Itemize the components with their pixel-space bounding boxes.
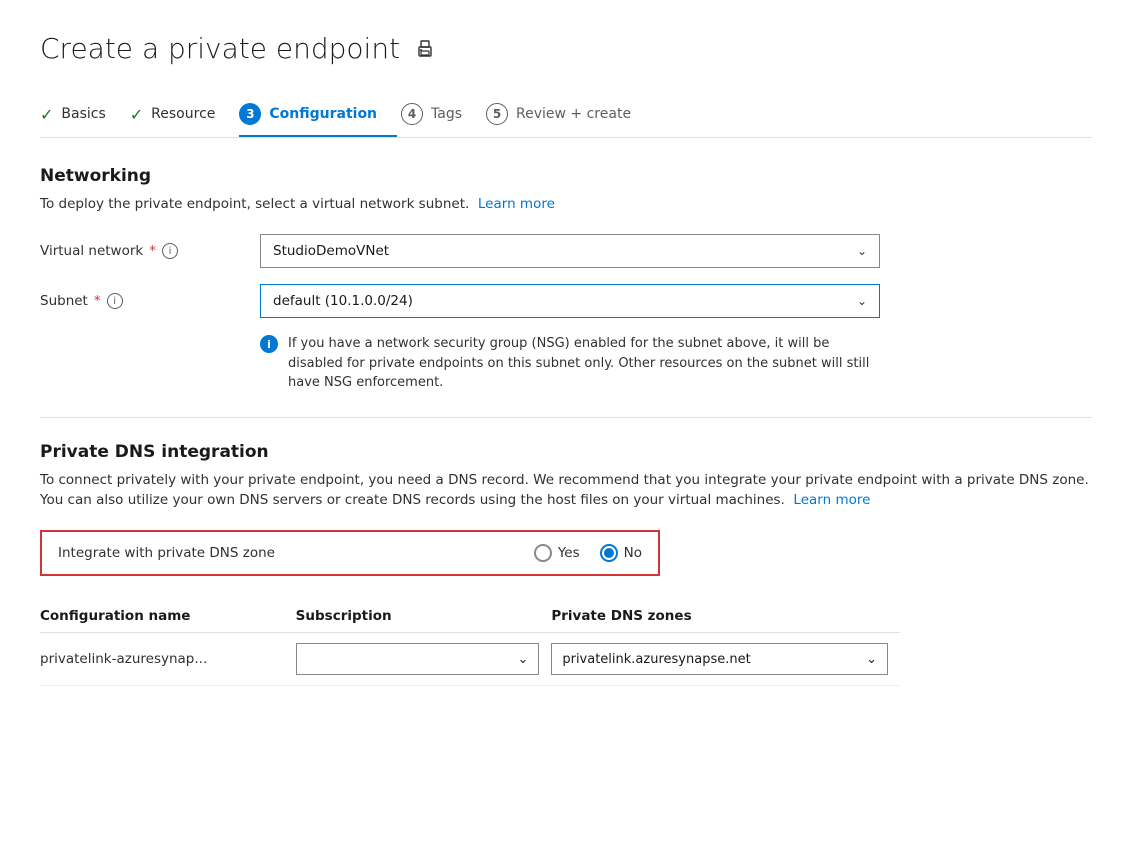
tab-tags-label: Tags — [431, 106, 462, 122]
subnet-select[interactable]: default (10.1.0.0/24) ⌄ — [260, 284, 880, 318]
col-subscription: Subscription — [296, 600, 552, 633]
tab-resource-label: Resource — [151, 106, 215, 122]
tab-basics[interactable]: ✓ Basics — [40, 95, 126, 136]
dns-table: Configuration name Subscription Private … — [40, 600, 900, 686]
nsg-notice: i If you have a network security group (… — [260, 334, 880, 393]
nsg-text: If you have a network security group (NS… — [288, 334, 880, 393]
table-row: privatelink-azuresynap... ⌄ privatelink.… — [40, 633, 900, 686]
virtual-network-label-text: Virtual network — [40, 243, 143, 259]
dns-zone-chevron-icon: ⌄ — [866, 652, 877, 667]
subscription-chevron-icon: ⌄ — [517, 652, 528, 667]
nsg-info-icon: i — [260, 335, 278, 353]
resource-check-icon: ✓ — [130, 105, 143, 124]
subnet-chevron-icon: ⌄ — [857, 294, 867, 308]
networking-learn-more-link[interactable]: Learn more — [478, 196, 555, 212]
config-name-cell: privatelink-azuresynap... — [40, 633, 296, 686]
dns-table-head: Configuration name Subscription Private … — [40, 600, 900, 633]
dns-no-label: No — [624, 545, 642, 561]
subnet-label: Subnet * i — [40, 293, 260, 309]
virtual-network-chevron-icon: ⌄ — [857, 244, 867, 258]
subscription-cell: ⌄ — [296, 633, 552, 686]
subnet-label-text: Subnet — [40, 293, 88, 309]
tab-review-label: Review + create — [516, 106, 631, 122]
virtual-network-control: StudioDemoVNet ⌄ — [260, 234, 880, 268]
dns-zone-select[interactable]: privatelink.azuresynapse.net ⌄ — [551, 643, 888, 675]
review-badge: 5 — [486, 103, 508, 125]
dns-yes-option[interactable]: Yes — [534, 544, 580, 562]
subscription-select[interactable]: ⌄ — [296, 643, 540, 675]
dns-zone-cell: privatelink.azuresynapse.net ⌄ — [551, 633, 900, 686]
networking-desc-text: To deploy the private endpoint, select a… — [40, 196, 469, 212]
dns-no-option[interactable]: No — [600, 544, 642, 562]
dns-table-body: privatelink-azuresynap... ⌄ privatelink.… — [40, 633, 900, 686]
virtual-network-required: * — [149, 243, 156, 259]
subnet-info-icon[interactable]: i — [107, 293, 123, 309]
tabs-container: ✓ Basics ✓ Resource 3 Configuration 4 Ta… — [40, 93, 1092, 138]
dns-desc-text: To connect privately with your private e… — [40, 472, 1089, 508]
dns-yes-label: Yes — [558, 545, 580, 561]
tab-resource[interactable]: ✓ Resource — [130, 95, 236, 136]
subnet-required: * — [94, 293, 101, 309]
tab-configuration[interactable]: 3 Configuration — [239, 93, 397, 137]
dns-integration-box: Integrate with private DNS zone Yes No — [40, 530, 660, 576]
section-divider — [40, 417, 1092, 418]
configuration-badge: 3 — [239, 103, 261, 125]
virtual-network-info-icon[interactable]: i — [162, 243, 178, 259]
networking-section: Networking To deploy the private endpoin… — [40, 166, 1092, 393]
dns-learn-more-link[interactable]: Learn more — [793, 492, 870, 508]
networking-description: To deploy the private endpoint, select a… — [40, 194, 1092, 214]
dns-integrate-label: Integrate with private DNS zone — [58, 545, 494, 561]
tab-configuration-label: Configuration — [269, 106, 377, 122]
subnet-value: default (10.1.0.0/24) — [273, 293, 413, 309]
print-icon[interactable] — [414, 38, 436, 60]
tab-basics-label: Basics — [61, 106, 105, 122]
dns-section: Private DNS integration To connect priva… — [40, 442, 1092, 687]
subnet-control: default (10.1.0.0/24) ⌄ — [260, 284, 880, 318]
dns-radio-group: Yes No — [534, 544, 642, 562]
networking-title: Networking — [40, 166, 1092, 186]
subnet-row: Subnet * i default (10.1.0.0/24) ⌄ — [40, 284, 1092, 318]
dns-description: To connect privately with your private e… — [40, 470, 1092, 511]
dns-no-radio[interactable] — [600, 544, 618, 562]
virtual-network-label: Virtual network * i — [40, 243, 260, 259]
dns-zone-value: privatelink.azuresynapse.net — [562, 652, 750, 667]
page-title: Create a private endpoint — [40, 32, 1092, 65]
virtual-network-value: StudioDemoVNet — [273, 243, 389, 259]
tab-tags[interactable]: 4 Tags — [401, 93, 482, 137]
title-text: Create a private endpoint — [40, 32, 400, 65]
col-dns-zones: Private DNS zones — [551, 600, 900, 633]
dns-title: Private DNS integration — [40, 442, 1092, 462]
tab-review[interactable]: 5 Review + create — [486, 93, 651, 137]
virtual-network-select[interactable]: StudioDemoVNet ⌄ — [260, 234, 880, 268]
virtual-network-row: Virtual network * i StudioDemoVNet ⌄ — [40, 234, 1092, 268]
basics-check-icon: ✓ — [40, 105, 53, 124]
dns-yes-radio[interactable] — [534, 544, 552, 562]
tags-badge: 4 — [401, 103, 423, 125]
col-config-name: Configuration name — [40, 600, 296, 633]
